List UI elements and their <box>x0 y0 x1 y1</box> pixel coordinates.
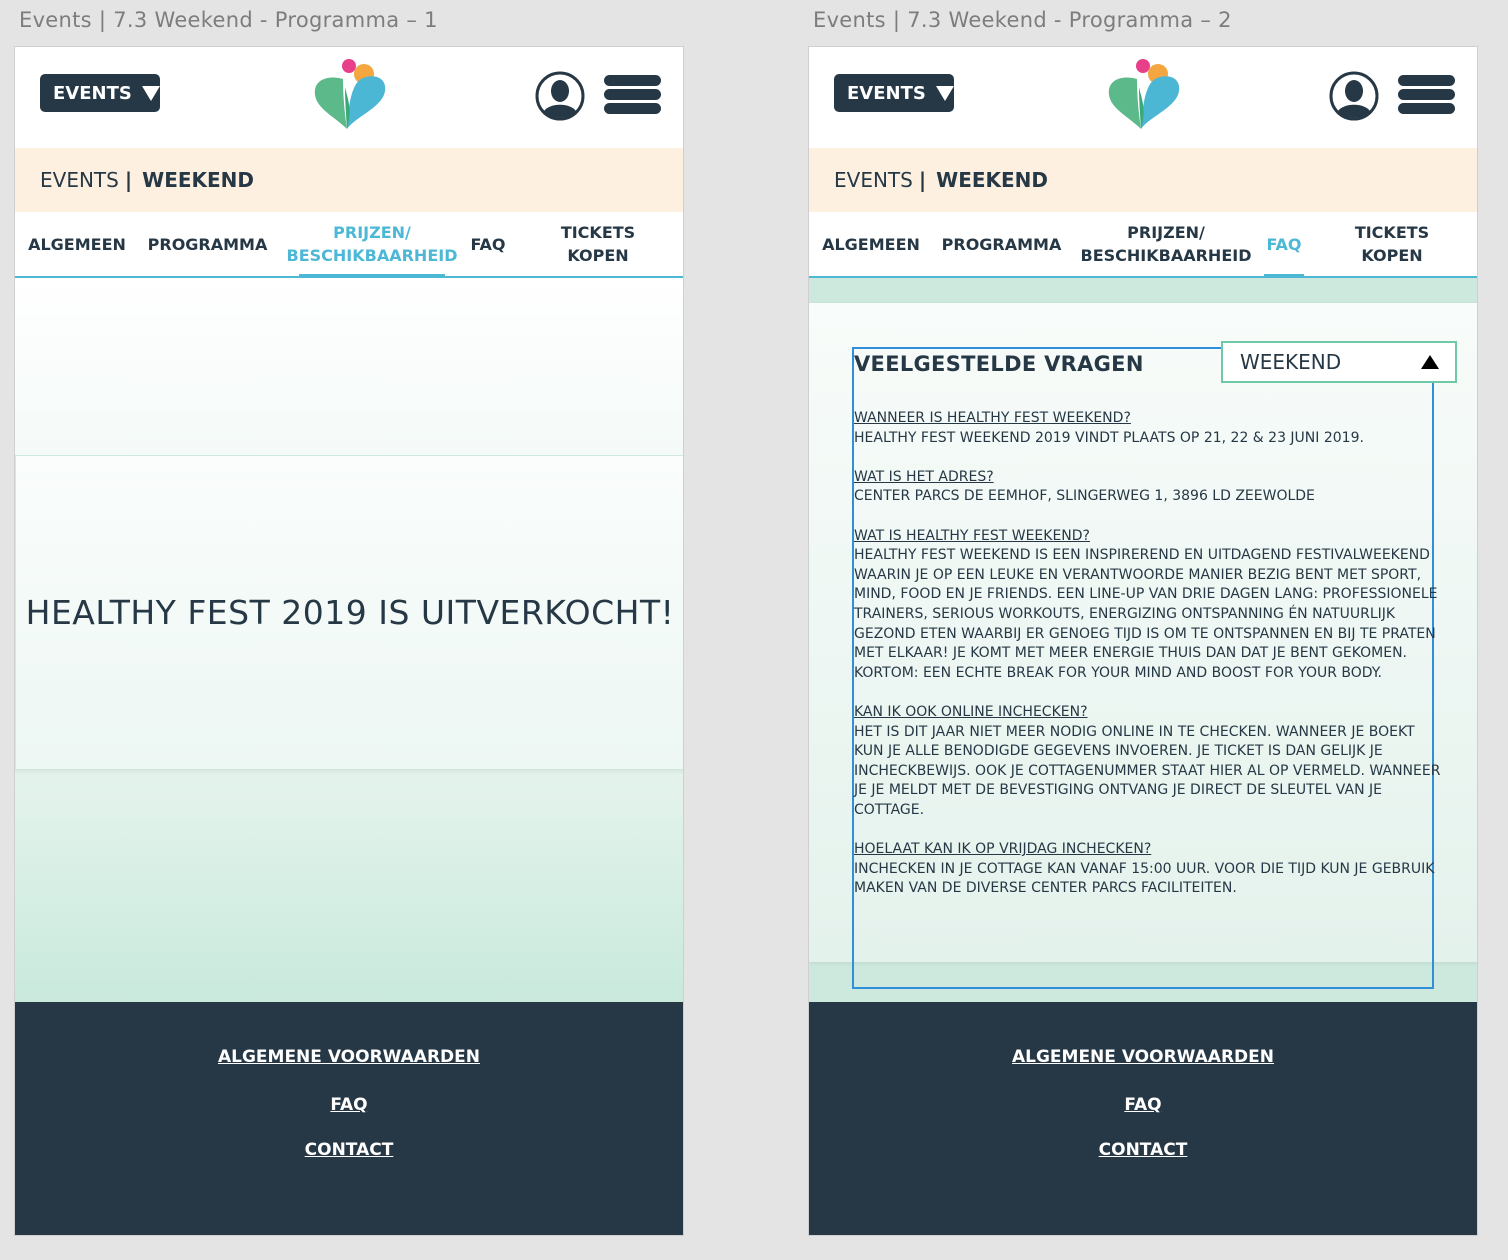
faq-question[interactable]: HOELAAT KAN IK OP VRIJDAG INCHECKEN? <box>854 840 1444 860</box>
breadcrumb-current: WEEKEND <box>142 168 255 192</box>
faq-question[interactable]: WAT IS HEALTHY FEST WEEKEND? <box>854 527 1444 547</box>
artboard-title-1: Events | 7.3 Weekend - Programma – 1 <box>19 8 438 32</box>
triangle-up-icon <box>1421 355 1439 369</box>
tab-prijzen[interactable]: PRIJZEN/ BESCHIKBAARHEID <box>1081 212 1252 276</box>
hamburger-menu-icon[interactable] <box>1398 75 1455 115</box>
events-dropdown-button[interactable]: EVENTS <box>40 74 160 112</box>
breadcrumb-section[interactable]: EVENTS <box>834 168 913 192</box>
faq-panel: VEELGESTELDE VRAGEN WEEKEND WANNEER IS H… <box>809 303 1477 989</box>
hamburger-menu-icon[interactable] <box>604 75 661 115</box>
faq-question[interactable]: KAN IK OOK ONLINE INCHECKEN? <box>854 703 1444 723</box>
faq-question[interactable]: WAT IS HET ADRES? <box>854 468 1444 488</box>
faq-title: VEELGESTELDE VRAGEN <box>854 352 1144 376</box>
tab-tickets-kopen[interactable]: TICKETS KOPEN <box>1330 212 1454 276</box>
tab-faq[interactable]: FAQ <box>1264 212 1304 278</box>
tab-prijzen-line1: PRIJZEN/ <box>1127 223 1205 242</box>
breadcrumb-current: WEEKEND <box>936 168 1049 192</box>
select-value: WEEKEND <box>1240 350 1342 374</box>
soldout-message: HEALTHY FEST 2019 IS UITVERKOCHT! <box>25 593 675 632</box>
breadcrumb-separator: | <box>124 168 133 192</box>
faq-answer: HEALTHY FEST WEEKEND 2019 VINDT PLAATS O… <box>854 429 1364 446</box>
faq-answer: CENTER PARCS DE EEMHOF, SLINGERWEG 1, 38… <box>854 488 1315 505</box>
footer-link-voorwaarden[interactable]: ALGEMENE VOORWAARDEN <box>15 1047 683 1067</box>
tab-tickets-kopen[interactable]: TICKETS KOPEN <box>536 212 660 276</box>
breadcrumb-section[interactable]: EVENTS <box>40 168 119 192</box>
faq-answer: HET IS DIT JAAR NIET MEER NODIG ONLINE I… <box>854 723 1441 818</box>
faq-answer: HEALTHY FEST WEEKEND IS EEN INSPIREREND … <box>854 547 1438 681</box>
heart-logo[interactable] <box>311 57 391 129</box>
user-avatar-icon[interactable] <box>535 71 585 121</box>
caret-down-icon <box>141 85 160 101</box>
events-label: EVENTS <box>53 82 132 104</box>
faq-question[interactable]: WANNEER IS HEALTHY FEST WEEKEND? <box>854 409 1444 429</box>
artboard-title-2: Events | 7.3 Weekend - Programma – 2 <box>813 8 1232 32</box>
footer-link-voorwaarden[interactable]: ALGEMENE VOORWAARDEN <box>809 1047 1477 1067</box>
artboard-programma-2: EVENTS EVENTS | WEEKEND ALGEMEEN PROGRAM… <box>808 46 1478 1236</box>
footer: ALGEMENE VOORWAARDEN FAQ CONTACT <box>15 1002 683 1235</box>
breadcrumb-separator: | <box>918 168 927 192</box>
tab-algemeen[interactable]: ALGEMEEN <box>28 212 126 276</box>
tab-algemeen[interactable]: ALGEMEEN <box>822 212 920 276</box>
caret-down-icon <box>935 85 954 101</box>
tab-programma[interactable]: PROGRAMMA <box>148 212 268 276</box>
events-dropdown-button[interactable]: EVENTS <box>834 74 954 112</box>
tab-prijzen-line2: BESCHIKBAARHEID <box>1080 246 1252 265</box>
user-avatar-icon[interactable] <box>1329 71 1379 121</box>
breadcrumb: EVENTS | WEEKEND <box>15 148 683 212</box>
footer-link-faq[interactable]: FAQ <box>809 1095 1477 1115</box>
footer: ALGEMENE VOORWAARDEN FAQ CONTACT <box>809 1002 1477 1235</box>
artboard-programma-1: EVENTS EVENTS | WEEKEND ALGEMEEN PROGRAM… <box>14 46 684 1236</box>
main-content: HEALTHY FEST 2019 IS UITVERKOCHT! <box>15 278 683 1002</box>
header: EVENTS <box>15 47 683 148</box>
tab-bar: ALGEMEEN PROGRAMMA PRIJZEN/ BESCHIKBAARH… <box>809 212 1477 278</box>
footer-link-contact[interactable]: CONTACT <box>15 1140 683 1160</box>
faq-answer: INCHECKEN IN JE COTTAGE KAN VANAF 15:00 … <box>854 860 1435 897</box>
tab-faq[interactable]: FAQ <box>470 212 506 276</box>
tab-bar: ALGEMEEN PROGRAMMA PRIJZEN/ BESCHIKBAARH… <box>15 212 683 278</box>
footer-link-contact[interactable]: CONTACT <box>809 1140 1477 1160</box>
main-content: VEELGESTELDE VRAGEN WEEKEND WANNEER IS H… <box>809 278 1477 1002</box>
events-label: EVENTS <box>847 82 926 104</box>
heart-logo[interactable] <box>1105 57 1185 129</box>
tab-prijzen[interactable]: PRIJZEN/ BESCHIKBAARHEID <box>287 212 457 278</box>
header: EVENTS <box>809 47 1477 148</box>
soldout-card: HEALTHY FEST 2019 IS UITVERKOCHT! <box>15 455 683 770</box>
tab-prijzen-line1: PRIJZEN/ <box>333 223 411 242</box>
breadcrumb: EVENTS | WEEKEND <box>809 148 1477 212</box>
tab-prijzen-line2: BESCHIKBAARHEID <box>286 246 458 265</box>
faq-list: WANNEER IS HEALTHY FEST WEEKEND? HEALTHY… <box>854 409 1444 918</box>
tab-programma[interactable]: PROGRAMMA <box>942 212 1062 276</box>
footer-link-faq[interactable]: FAQ <box>15 1095 683 1115</box>
event-type-select[interactable]: WEEKEND <box>1221 341 1457 383</box>
